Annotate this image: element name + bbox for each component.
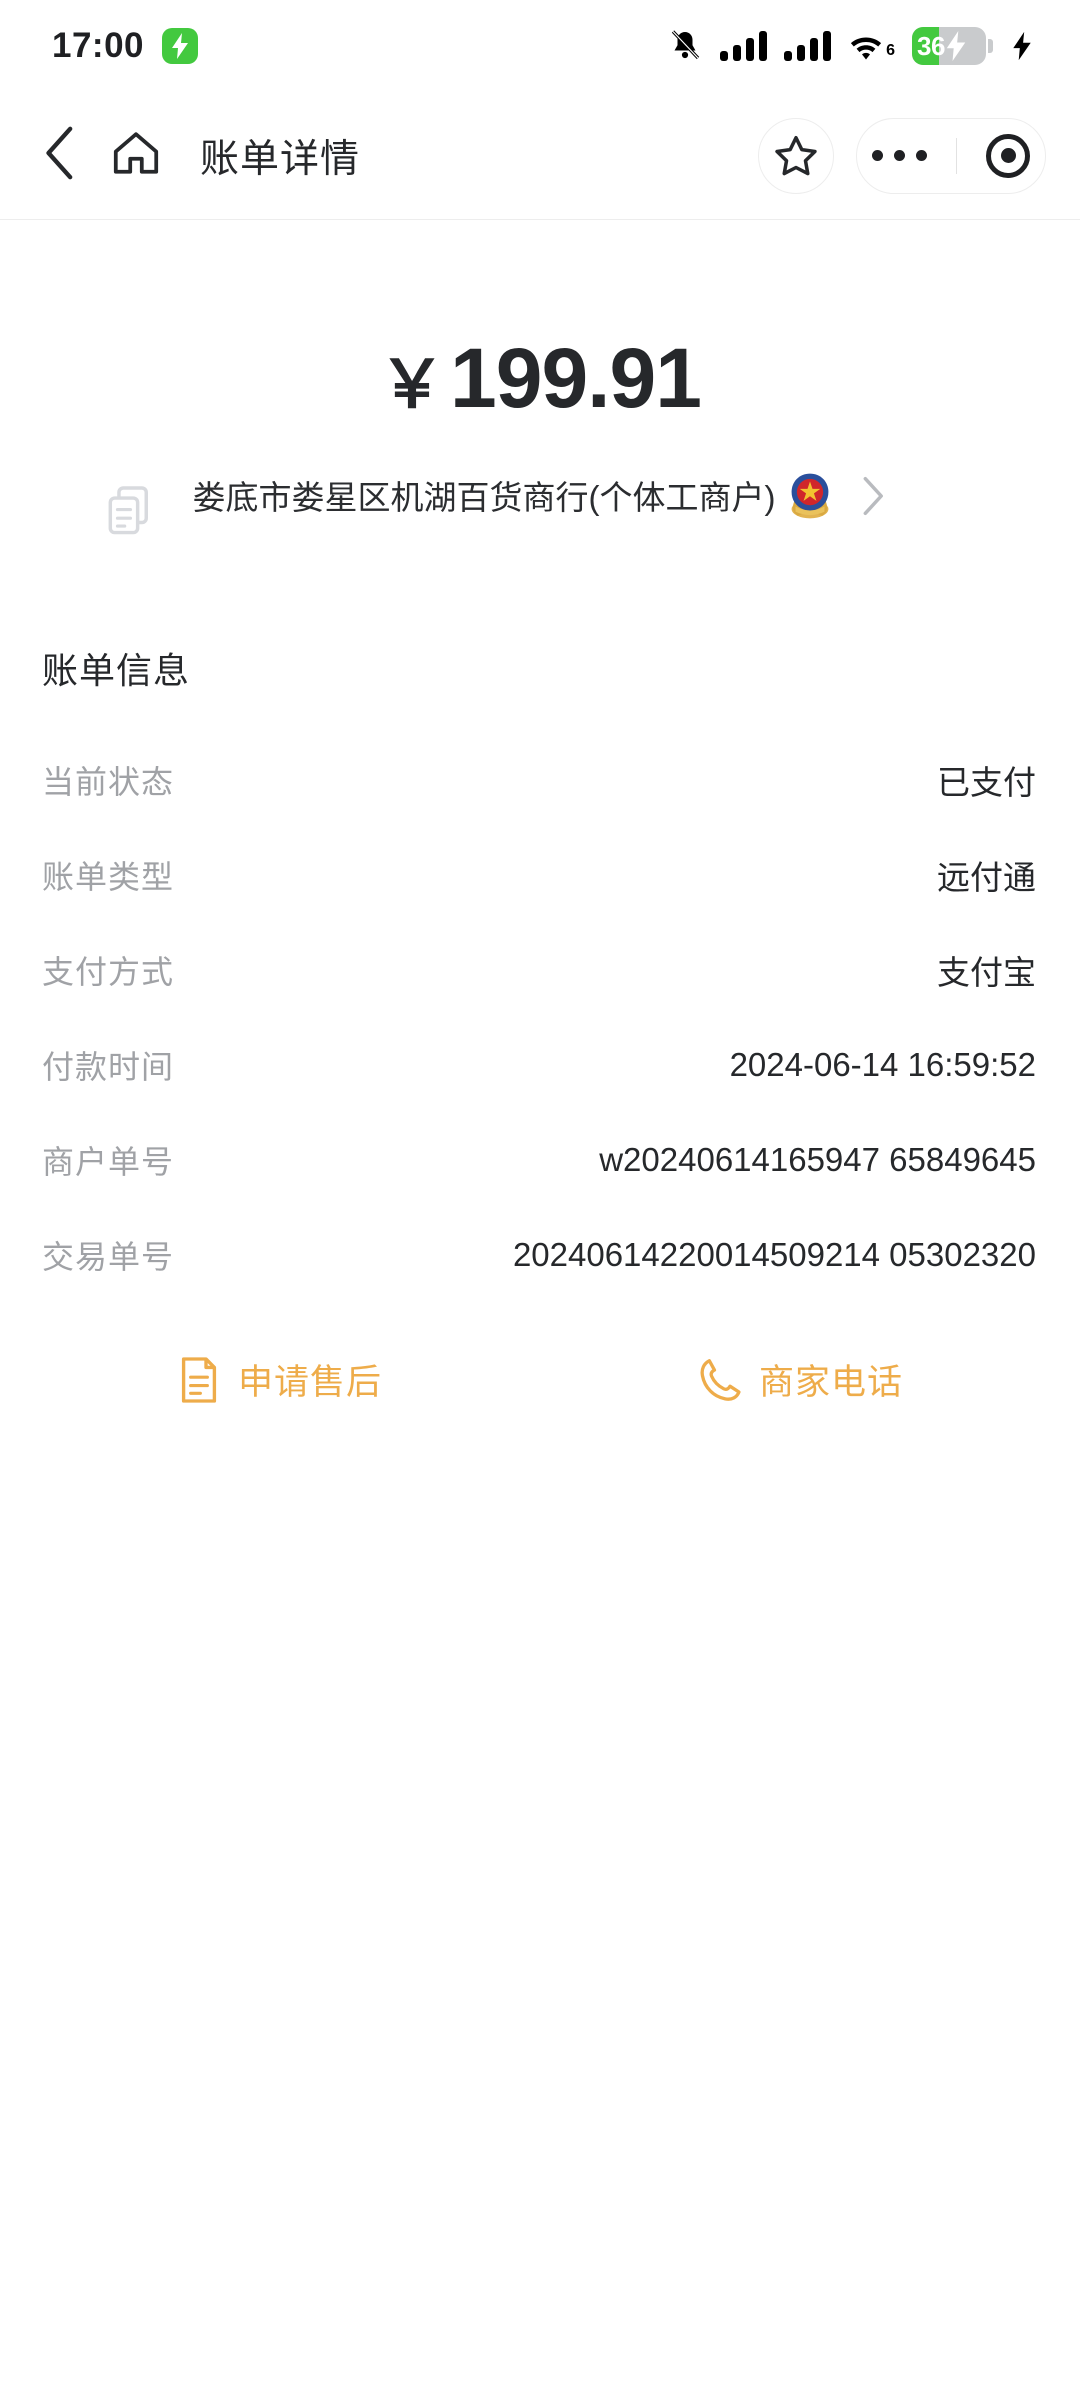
lightning-bolt-icon bbox=[1010, 30, 1034, 62]
wifi-generation-label: 6 bbox=[886, 42, 895, 59]
row-value: 支付宝 bbox=[937, 953, 1036, 991]
row-value: w20240614165947 65849645 bbox=[599, 1140, 1036, 1178]
lightning-bolt-icon bbox=[162, 28, 199, 64]
table-row: 账单类型 远付通 bbox=[42, 827, 1036, 922]
more-dots-icon[interactable] bbox=[871, 150, 927, 161]
bill-info-list: 当前状态 已支付 账单类型 远付通 支付方式 支付宝 付款时间 2024-06-… bbox=[0, 732, 1080, 1302]
table-row: 交易单号 20240614220014509214 05302320 bbox=[42, 1207, 1036, 1302]
row-value: 远付通 bbox=[937, 858, 1036, 896]
row-label: 账单类型 bbox=[42, 858, 175, 895]
table-row: 商户单号 w20240614165947 65849645 bbox=[42, 1112, 1036, 1207]
merchant-name: 娄底市娄星区机湖百货商行(个体工商户) bbox=[192, 479, 776, 517]
bell-muted-icon bbox=[667, 28, 703, 64]
apply-aftersales-label: 申请售后 bbox=[237, 1363, 382, 1402]
merchant-phone-button[interactable]: 商家电话 bbox=[540, 1354, 1060, 1405]
action-bar: 申请售后 商家电话 bbox=[0, 1354, 1080, 1405]
apply-aftersales-button[interactable]: 申请售后 bbox=[20, 1354, 540, 1405]
phone-icon bbox=[697, 1356, 741, 1404]
currency-symbol: ￥ bbox=[379, 347, 445, 421]
battery-charging-icon: 36 bbox=[912, 27, 993, 65]
navigation-bar-left: 账单详情 bbox=[40, 125, 360, 186]
national-emblem-badge-icon bbox=[787, 471, 833, 526]
document-icon bbox=[178, 1356, 220, 1404]
status-bar: 17:00 6 36 bbox=[0, 0, 1080, 92]
row-label: 交易单号 bbox=[42, 1238, 175, 1275]
row-label: 付款时间 bbox=[42, 1048, 175, 1085]
target-circle-icon[interactable] bbox=[986, 133, 1031, 178]
page-title: 账单详情 bbox=[200, 137, 361, 181]
star-icon[interactable] bbox=[758, 117, 834, 194]
status-bar-right: 6 36 bbox=[667, 27, 1034, 65]
navigation-bar: 账单详情 bbox=[0, 92, 1080, 220]
home-icon[interactable] bbox=[110, 128, 162, 183]
merchant-phone-label: 商家电话 bbox=[758, 1363, 903, 1402]
amount-value: 199.91 bbox=[450, 331, 702, 425]
chevron-right-icon[interactable] bbox=[861, 474, 887, 523]
row-value: 20240614220014509214 05302320 bbox=[512, 1235, 1036, 1273]
wifi-icon: 6 bbox=[848, 31, 895, 61]
table-row: 付款时间 2024-06-14 16:59:52 bbox=[42, 1017, 1036, 1112]
row-label: 当前状态 bbox=[42, 763, 175, 800]
status-bar-left: 17:00 bbox=[52, 26, 199, 66]
payment-amount: ￥199.91 bbox=[0, 330, 1080, 427]
merchant-row[interactable]: 娄底市娄星区机湖百货商行(个体工商户) bbox=[0, 471, 1080, 535]
row-label: 商户单号 bbox=[42, 1143, 175, 1180]
row-value: 已支付 bbox=[937, 763, 1036, 801]
section-title-bill-info: 账单信息 bbox=[42, 650, 191, 691]
cellular-signal-icon bbox=[720, 31, 768, 61]
chevron-left-icon[interactable] bbox=[40, 125, 80, 186]
cellular-signal-icon bbox=[784, 31, 832, 61]
copy-icon[interactable] bbox=[106, 485, 152, 542]
row-value: 2024-06-14 16:59:52 bbox=[729, 1045, 1036, 1083]
status-bar-clock: 17:00 bbox=[52, 26, 145, 65]
battery-percent-label: 36 bbox=[917, 30, 945, 61]
miniprogram-capsule bbox=[856, 117, 1046, 194]
capsule-divider bbox=[955, 137, 957, 174]
table-row: 支付方式 支付宝 bbox=[42, 922, 1036, 1017]
navigation-bar-right bbox=[758, 117, 1046, 194]
row-label: 支付方式 bbox=[42, 953, 175, 990]
table-row: 当前状态 已支付 bbox=[42, 732, 1036, 827]
